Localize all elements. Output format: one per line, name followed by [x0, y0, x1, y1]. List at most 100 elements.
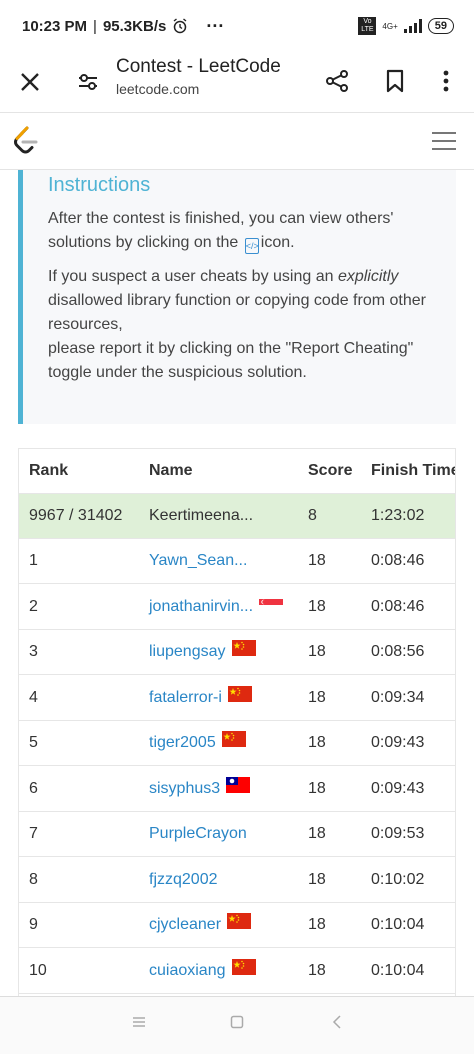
table-row: 10 cuiaoxiang 18 0:10:04: [19, 949, 455, 994]
my-rank-row: 9967 / 31402 Keertimeena... 8 1:23:02: [19, 494, 455, 539]
table-row: 9 cjycleaner 18 0:10:04: [19, 903, 455, 948]
row-score: 18: [308, 552, 326, 569]
bookmark-icon: [386, 69, 404, 93]
username-link[interactable]: tiger2005: [149, 734, 216, 751]
row-rank: 2: [29, 597, 38, 615]
flag-cn-icon: [231, 949, 256, 993]
username-link[interactable]: fjzzq2002: [149, 871, 218, 888]
nav-back-button[interactable]: [332, 1015, 342, 1034]
row-rank: 8: [29, 870, 38, 888]
table-row: 3 liupengsay 18 0:08:56: [19, 630, 455, 675]
flag-cn-icon: [227, 676, 252, 720]
flag-sg-icon: [259, 585, 284, 629]
status-bar: 10:23 PM | 95.3KB/s ··· Vo LTE 4G+ 59: [0, 0, 474, 52]
hamburger-icon: [432, 132, 456, 150]
alarm-icon: [173, 18, 187, 34]
row-finish-time: 0:09:53: [371, 825, 425, 842]
status-more-dots: ···: [206, 15, 225, 36]
leetcode-logo[interactable]: [12, 125, 40, 157]
row-score: 18: [308, 779, 326, 797]
flag-tw-icon: [226, 767, 251, 811]
username-link[interactable]: liupengsay: [149, 643, 226, 660]
row-name-cell: cuiaoxiang: [149, 949, 256, 993]
nav-home-button[interactable]: [230, 1015, 244, 1034]
username-link[interactable]: fatalerror-i: [149, 689, 222, 706]
page-url: leetcode.com: [116, 81, 200, 97]
row-finish-time: 0:09:34: [371, 688, 425, 706]
row-score: 18: [308, 734, 326, 751]
row-score: 18: [308, 870, 326, 888]
header-rank: Rank: [29, 462, 69, 479]
table-row: 6 sisyphus3 18 0:09:43: [19, 767, 455, 812]
home-square-icon: [230, 1015, 244, 1029]
row-rank: 1: [29, 552, 38, 569]
nav-menu-button[interactable]: [132, 1015, 146, 1034]
row-finish-time: 0:08:46: [371, 597, 425, 615]
username-link[interactable]: Yawn_Sean...: [149, 552, 247, 569]
row-score: 18: [308, 688, 326, 706]
menu-button[interactable]: [430, 129, 458, 153]
page-title-block[interactable]: Contest - LeetCode leetcode.com: [116, 56, 281, 97]
instructions-paragraph-2: If you suspect a user cheats by using an…: [48, 268, 426, 381]
table-row: 5 tiger2005 18 0:09:43: [19, 721, 455, 766]
row-finish-time: 0:09:43: [371, 734, 425, 751]
row-name-cell: PurpleCrayon: [149, 812, 247, 856]
close-button[interactable]: [16, 68, 44, 96]
row-name-cell: sisyphus3: [149, 767, 251, 811]
row-finish-time: 0:10:04: [371, 916, 425, 933]
volte-badge: Vo LTE: [358, 17, 377, 35]
row-name-cell: Yawn_Sean...: [149, 539, 247, 583]
username-link[interactable]: jonathanirvin...: [149, 598, 253, 615]
table-row: 4 fatalerror-i 18 0:09:34: [19, 676, 455, 721]
flag-cn-icon: [227, 903, 252, 947]
close-icon: [21, 73, 39, 91]
table-header: Rank Name Score Finish Time: [19, 449, 456, 494]
flag-cn-icon: [221, 721, 246, 765]
table-row: 1 Yawn_Sean... 18 0:08:46: [19, 539, 455, 584]
system-nav-bar: [0, 996, 474, 1054]
row-rank: 10: [29, 961, 47, 979]
network-type: 4G+: [382, 21, 398, 31]
menu-lines-icon: [133, 1017, 145, 1027]
row-score: 18: [308, 961, 326, 979]
username-link[interactable]: cjycleaner: [149, 916, 221, 933]
row-rank: 6: [29, 779, 38, 797]
my-finish-time: 1:23:02: [371, 507, 425, 524]
my-score: 8: [308, 507, 317, 524]
ranking-table: Rank Name Score Finish Time 9967 / 31402…: [18, 448, 456, 996]
row-rank: 9: [29, 916, 38, 933]
battery-indicator: 59: [427, 18, 454, 34]
username-link[interactable]: PurpleCrayon: [149, 825, 247, 842]
header-finish-time: Finish Time: [371, 462, 456, 479]
bookmark-button[interactable]: [380, 66, 410, 96]
share-button[interactable]: [322, 66, 352, 96]
instructions-title: Instructions: [48, 174, 151, 196]
row-finish-time: 0:10:02: [371, 870, 425, 888]
instructions-paragraph-1: After the contest is finished, you can v…: [48, 207, 456, 255]
row-score: 18: [308, 916, 326, 933]
username-link[interactable]: sisyphus3: [149, 780, 220, 797]
instructions-panel: Instructions After the contest is finish…: [18, 170, 456, 424]
row-rank: 4: [29, 688, 38, 706]
site-settings-button[interactable]: [74, 68, 102, 96]
share-icon: [326, 70, 348, 92]
solution-code-icon: </>: [244, 238, 259, 254]
flag-cn-icon: [231, 630, 256, 674]
row-finish-time: 0:10:04: [371, 961, 425, 979]
status-right: Vo LTE 4G+ 59: [358, 17, 454, 35]
row-score: 18: [308, 825, 326, 842]
username-link[interactable]: cuiaoxiang: [149, 962, 226, 979]
row-name-cell: liupengsay: [149, 630, 256, 674]
table-row: 2 jonathanirvin... 18 0:08:46: [19, 585, 455, 630]
back-chevron-icon: [332, 1015, 341, 1029]
table-row: 7 PurpleCrayon 18 0:09:53: [19, 812, 455, 857]
my-name: Keertimeena...: [149, 507, 254, 524]
row-rank: 3: [29, 643, 38, 660]
row-name-cell: fatalerror-i: [149, 676, 252, 720]
more-vert-icon: [443, 70, 449, 92]
row-finish-time: 0:09:43: [371, 779, 425, 797]
status-speed: 95.3KB/s: [102, 17, 167, 35]
more-options-button[interactable]: [434, 66, 458, 96]
row-name-cell: jonathanirvin...: [149, 585, 284, 629]
row-score: 18: [308, 643, 326, 660]
